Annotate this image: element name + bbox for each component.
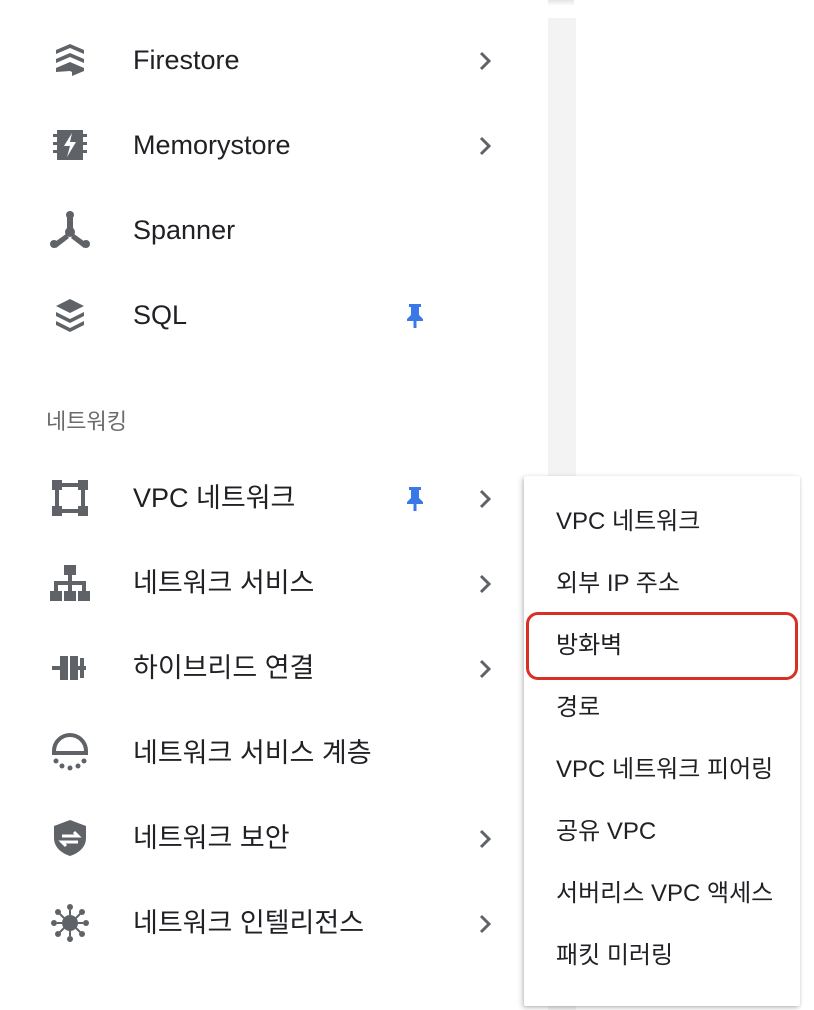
nav-item-firestore[interactable]: Firestore	[0, 30, 548, 90]
submenu-item-routes[interactable]: 경로	[524, 678, 800, 738]
submenu-item-label: VPC 네트워크	[556, 508, 701, 535]
vpc-network-icon	[46, 480, 94, 516]
submenu-item-label: 경로	[556, 694, 601, 721]
nav-item-network-services[interactable]: 네트워크 서비스	[0, 553, 548, 613]
chevron-right-icon	[479, 914, 492, 934]
submenu-item-packet-mirroring[interactable]: 패킷 미러링	[524, 926, 800, 986]
nav-item-label: SQL	[133, 300, 188, 330]
submenu-item-label: 외부 IP 주소	[556, 570, 680, 597]
nav-item-label: 네트워크 보안	[133, 823, 290, 853]
submenu-item-label: 패킷 미러링	[556, 942, 674, 969]
nav-item-network-service-tiers[interactable]: 네트워크 서비스 계층	[0, 723, 548, 783]
submenu-item-serverless-vpc-access[interactable]: 서버리스 VPC 액세스	[524, 864, 800, 924]
firestore-icon	[46, 42, 94, 78]
nav-item-label: VPC 네트워크	[133, 483, 296, 513]
chevron-right-icon	[479, 574, 492, 594]
nav-item-memorystore[interactable]: Memorystore	[0, 115, 548, 175]
chevron-right-icon	[479, 659, 492, 679]
spanner-icon	[46, 211, 94, 248]
hybrid-connectivity-icon	[46, 650, 94, 686]
chevron-right-icon	[479, 489, 492, 509]
nav-item-vpc-network[interactable]: VPC 네트워크	[0, 468, 548, 528]
section-header-networking: 네트워킹	[46, 409, 127, 434]
nav-item-label: 네트워크 인텔리전스	[133, 908, 365, 938]
nav-item-label: Firestore	[133, 45, 240, 75]
submenu-item-shared-vpc[interactable]: 공유 VPC	[524, 802, 800, 862]
network-service-tiers-icon	[46, 733, 94, 771]
network-services-icon	[46, 565, 94, 601]
nav-item-label: 네트워크 서비스 계층	[133, 738, 372, 768]
nav-item-network-security[interactable]: 네트워크 보안	[0, 808, 548, 868]
chevron-right-icon	[479, 51, 492, 71]
vpc-network-submenu: VPC 네트워크 외부 IP 주소 방화벽 경로 VPC 네트워크 피어링 공유…	[524, 476, 800, 1006]
nav-item-sql[interactable]: SQL	[0, 285, 548, 345]
nav-item-network-intelligence[interactable]: 네트워크 인텔리전스	[0, 893, 548, 953]
pin-icon[interactable]	[400, 300, 430, 330]
submenu-item-external-ip-addresses[interactable]: 외부 IP 주소	[524, 554, 800, 614]
chevron-right-icon	[479, 136, 492, 156]
nav-item-hybrid-connectivity[interactable]: 하이브리드 연결	[0, 638, 548, 698]
submenu-item-label: 공유 VPC	[556, 818, 657, 845]
submenu-item-vpc-networks[interactable]: VPC 네트워크	[524, 492, 800, 552]
network-security-icon	[46, 820, 94, 856]
nav-item-label: Memorystore	[133, 130, 291, 160]
sql-icon	[46, 297, 94, 333]
network-intelligence-icon	[46, 904, 94, 942]
pin-icon[interactable]	[400, 483, 430, 513]
memorystore-icon	[46, 127, 94, 163]
nav-item-label: 네트워크 서비스	[133, 568, 315, 598]
nav-item-label: 하이브리드 연결	[133, 653, 315, 683]
navigation-menu: Firestore Memorystore Spanner SQL 네트워킹 V…	[0, 0, 548, 1010]
submenu-item-vpc-network-peering[interactable]: VPC 네트워크 피어링	[524, 740, 800, 800]
nav-item-spanner[interactable]: Spanner	[0, 200, 548, 260]
firewall-highlight-box	[526, 612, 798, 680]
chevron-right-icon	[479, 829, 492, 849]
submenu-item-label: 서버리스 VPC 액세스	[556, 880, 774, 907]
console-navigation-page: Firestore Memorystore Spanner SQL 네트워킹 V…	[0, 0, 814, 1010]
nav-item-label: Spanner	[133, 215, 236, 245]
submenu-item-label: VPC 네트워크 피어링	[556, 756, 774, 783]
